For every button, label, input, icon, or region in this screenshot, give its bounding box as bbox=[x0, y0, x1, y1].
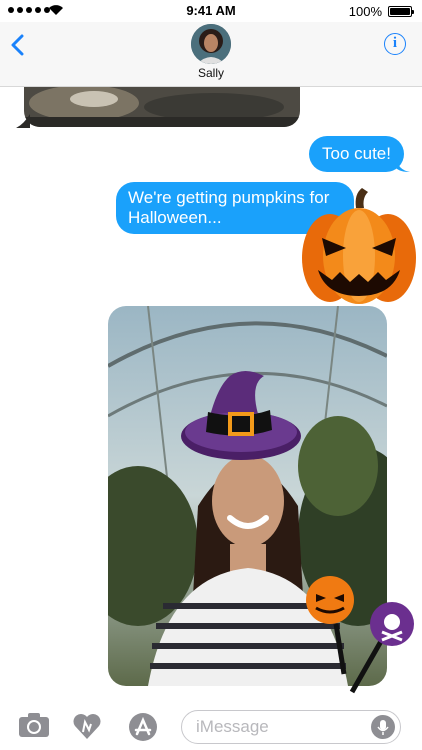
witch-hat-sticker[interactable] bbox=[180, 366, 302, 464]
camera-icon[interactable] bbox=[18, 712, 50, 738]
contact-avatar[interactable] bbox=[191, 24, 231, 64]
lollipop-stickers[interactable] bbox=[300, 574, 416, 696]
app-store-icon[interactable] bbox=[128, 712, 158, 742]
contact-name[interactable]: Sally bbox=[0, 66, 422, 80]
message-input-field[interactable] bbox=[181, 710, 401, 744]
microphone-button[interactable] bbox=[371, 715, 395, 739]
conversation-header: Sally i bbox=[0, 22, 422, 87]
microphone-icon bbox=[377, 720, 389, 735]
back-chevron-icon[interactable] bbox=[10, 34, 26, 56]
jack-o-lantern-sticker[interactable] bbox=[300, 186, 418, 308]
message-bubble-sent[interactable]: Too cute! bbox=[309, 136, 410, 172]
status-bar: 9:41 AM 100% bbox=[0, 0, 422, 22]
bubble-tail bbox=[16, 114, 30, 128]
battery-icon bbox=[388, 6, 414, 17]
battery-percentage: 100% bbox=[348, 4, 382, 19]
message-text: Too cute! bbox=[322, 144, 391, 163]
message-input[interactable] bbox=[194, 711, 368, 743]
info-icon[interactable]: i bbox=[384, 33, 406, 55]
digital-touch-icon[interactable] bbox=[72, 712, 102, 740]
cat-photo-message[interactable] bbox=[24, 87, 300, 127]
